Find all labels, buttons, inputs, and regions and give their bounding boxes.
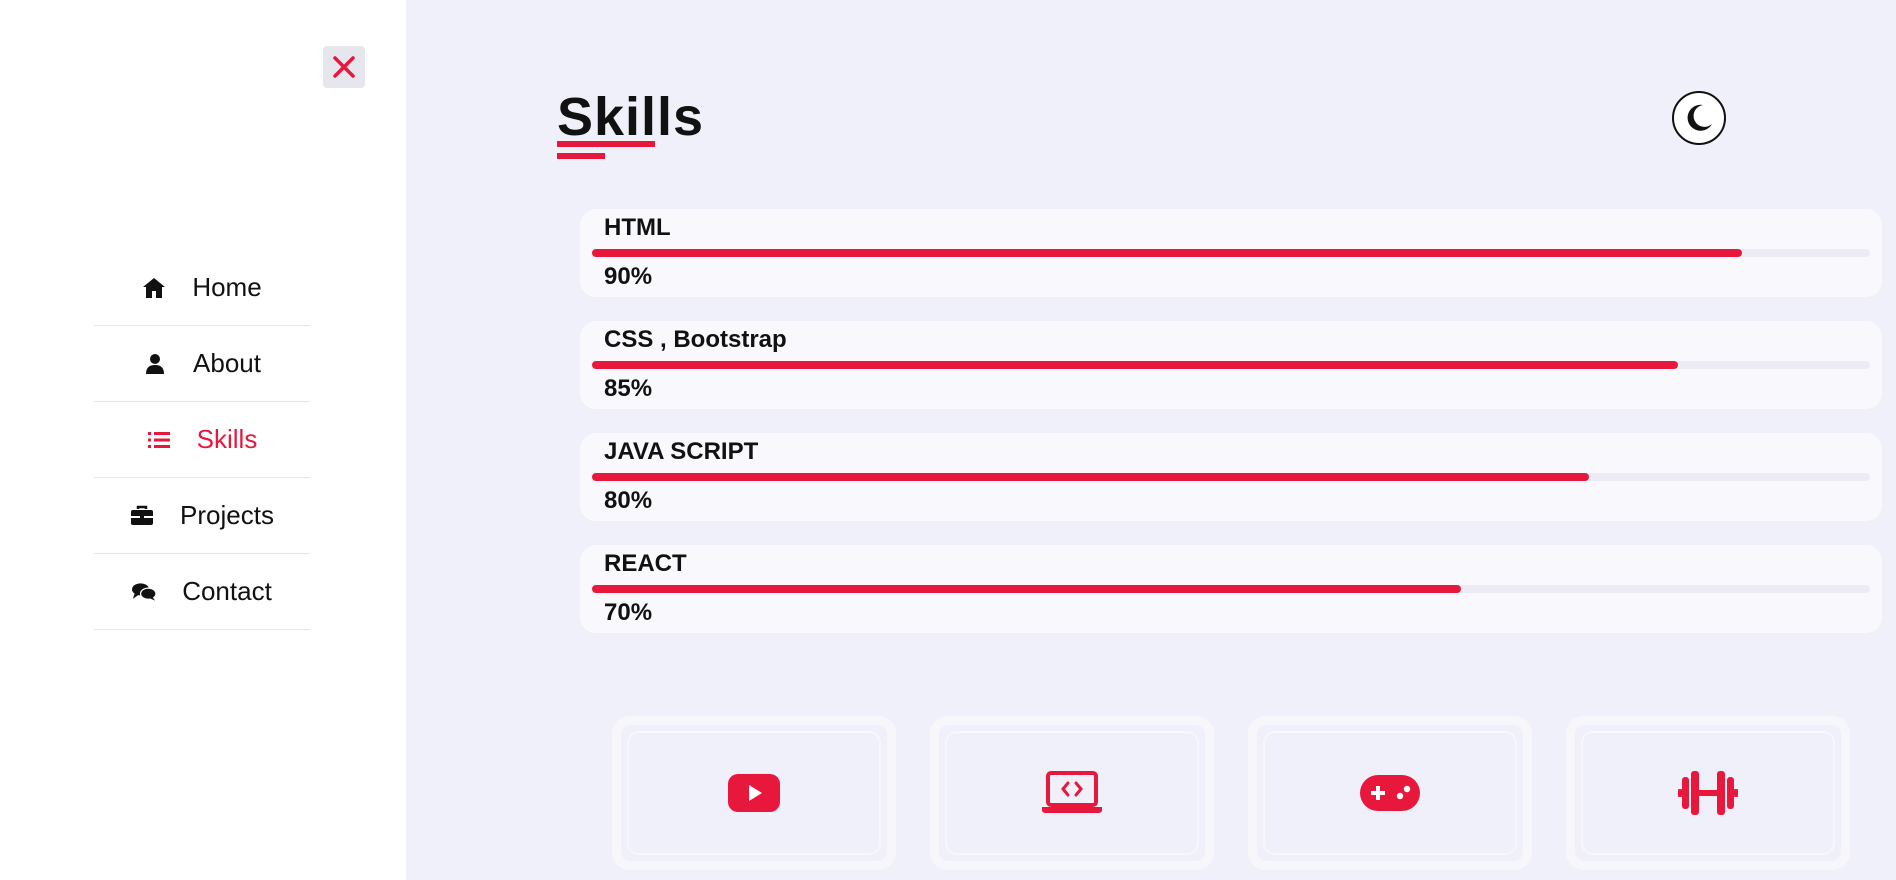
skill-progress-bar bbox=[592, 585, 1870, 593]
moon-icon bbox=[1687, 104, 1712, 131]
skill-card: CSS , Bootstrap 85% bbox=[580, 321, 1882, 409]
skill-progress-fill bbox=[592, 361, 1679, 369]
page-title: Skills bbox=[557, 87, 705, 147]
skill-name: CSS , Bootstrap bbox=[604, 326, 787, 353]
skill-progress-fill bbox=[592, 249, 1743, 257]
dumbbell-icon bbox=[1678, 771, 1738, 815]
gamepad-icon bbox=[1360, 775, 1420, 811]
sidebar-item-about[interactable]: About bbox=[94, 326, 310, 402]
skill-percent: 85% bbox=[604, 375, 653, 402]
skill-card: JAVA SCRIPT 80% bbox=[580, 433, 1882, 521]
skills-list: HTML 90% CSS , Bootstrap 85% JAVA SCRIPT… bbox=[580, 209, 1882, 657]
youtube-icon bbox=[728, 774, 780, 812]
interests-row bbox=[612, 716, 1858, 870]
sidebar-item-label: Skills bbox=[196, 424, 258, 454]
sidebar-item-label: About bbox=[193, 348, 261, 378]
sidebar-item-home[interactable]: Home bbox=[94, 250, 310, 326]
skill-name: HTML bbox=[604, 214, 671, 241]
main-content: Skills HTML 90% CSS , Bootstrap 85% JAVA… bbox=[406, 0, 1896, 880]
close-icon bbox=[333, 56, 355, 78]
theme-toggle-button[interactable] bbox=[1672, 91, 1726, 145]
sidebar-item-skills[interactable]: Skills bbox=[94, 402, 310, 478]
skill-progress-bar bbox=[592, 361, 1870, 369]
skill-card: REACT 70% bbox=[580, 545, 1882, 633]
skill-percent: 70% bbox=[604, 599, 653, 626]
interest-card-gaming[interactable] bbox=[1248, 716, 1532, 870]
skill-percent: 90% bbox=[604, 263, 653, 290]
interest-card-fitness[interactable] bbox=[1566, 716, 1850, 870]
title-underline-short bbox=[557, 153, 605, 159]
interest-card-youtube[interactable] bbox=[612, 716, 896, 870]
sidebar-nav: Home About Skills Projects Contact bbox=[94, 250, 310, 630]
comments-icon bbox=[132, 580, 157, 604]
skill-progress-fill bbox=[592, 473, 1589, 481]
user-icon bbox=[143, 352, 167, 376]
title-underline bbox=[557, 141, 655, 147]
laptop-code-icon bbox=[1042, 771, 1102, 813]
sidebar: Home About Skills Projects Contact bbox=[0, 0, 406, 880]
skill-name: REACT bbox=[604, 550, 687, 577]
interest-card-coding[interactable] bbox=[930, 716, 1214, 870]
sidebar-item-label: Projects bbox=[180, 500, 274, 530]
close-sidebar-button[interactable] bbox=[323, 46, 365, 88]
sidebar-item-projects[interactable]: Projects bbox=[94, 478, 310, 554]
skill-progress-bar bbox=[592, 473, 1870, 481]
briefcase-icon bbox=[130, 504, 154, 528]
sidebar-item-contact[interactable]: Contact bbox=[94, 554, 310, 630]
sidebar-item-label: Contact bbox=[182, 576, 272, 606]
skill-progress-fill bbox=[592, 585, 1462, 593]
sidebar-item-label: Home bbox=[192, 272, 262, 302]
list-icon bbox=[147, 428, 171, 452]
skill-name: JAVA SCRIPT bbox=[604, 438, 759, 465]
skill-progress-bar bbox=[592, 249, 1870, 257]
skill-card: HTML 90% bbox=[580, 209, 1882, 297]
skill-percent: 80% bbox=[604, 487, 653, 514]
home-icon bbox=[142, 276, 166, 300]
